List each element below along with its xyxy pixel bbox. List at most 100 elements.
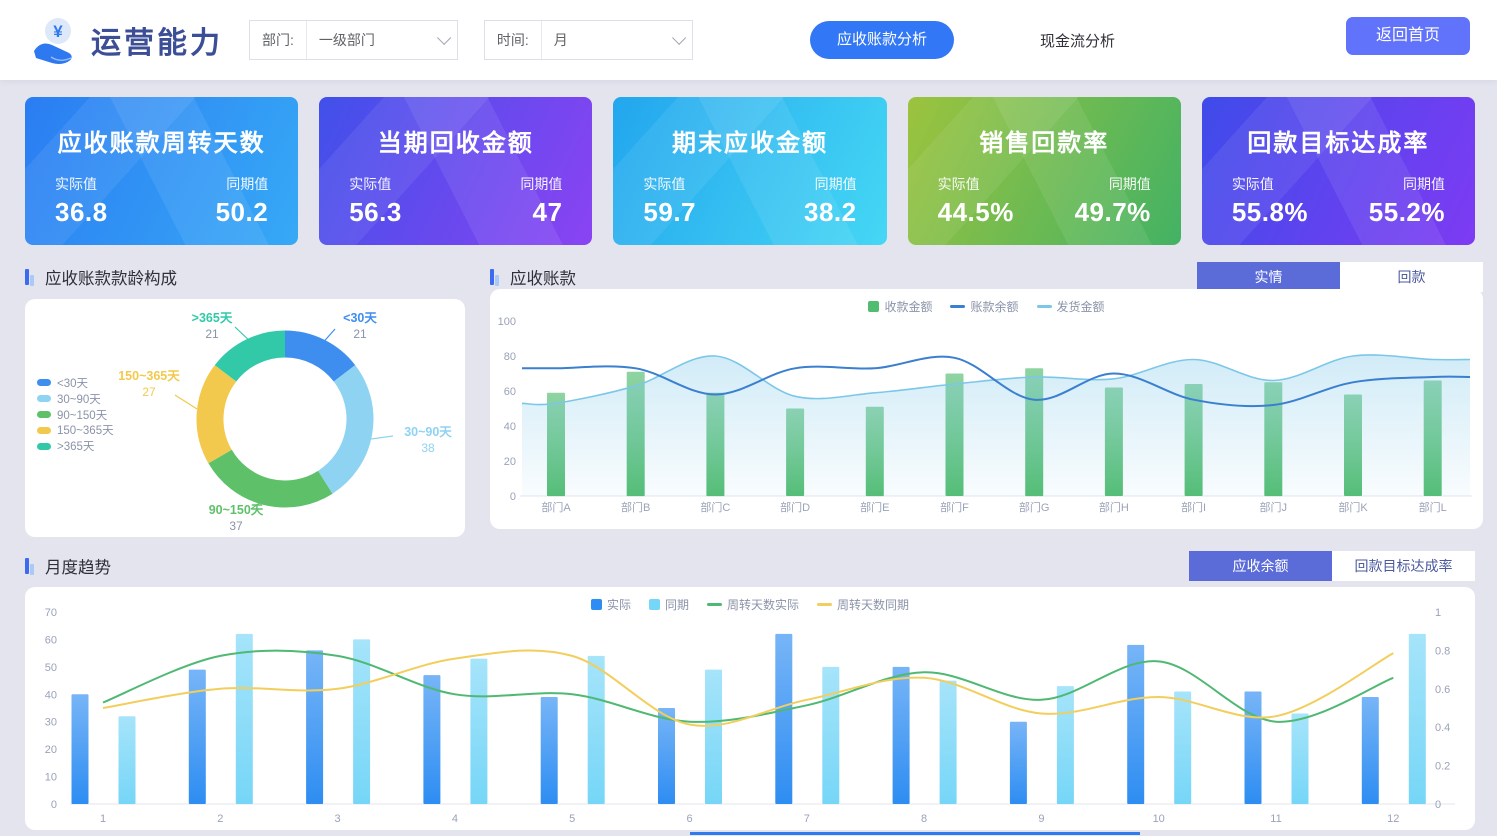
series-周转天数同期 bbox=[103, 650, 1393, 725]
tab-receivable-analysis[interactable]: 应收账款分析 bbox=[810, 21, 954, 59]
donut-segment-150~365天 bbox=[210, 373, 226, 456]
kpi-actual-label: 实际值 bbox=[1232, 174, 1308, 194]
svg-text:100: 100 bbox=[498, 316, 516, 328]
svg-text:部门D: 部门D bbox=[780, 500, 810, 514]
department-select[interactable]: 一级部门 bbox=[307, 21, 457, 59]
tab-cashflow-analysis[interactable]: 现金流分析 bbox=[1040, 30, 1115, 51]
monthly-chart-panel: 实际 同期 周转天数实际 周转天数同期 01020304050607000.20.40… bbox=[25, 587, 1475, 830]
tab-repayment[interactable]: 回款 bbox=[1340, 262, 1483, 292]
svg-text:0.2: 0.2 bbox=[1435, 761, 1450, 773]
kpi-prev-label: 同期值 bbox=[1075, 174, 1151, 194]
donut-segment->365天 bbox=[226, 344, 286, 373]
aging-donut-panel: <30天30~90天90~150天150~365天>365天 <30天2130~… bbox=[25, 299, 465, 537]
main-nav: 应收账款分析 现金流分析 bbox=[810, 17, 1115, 63]
section-title-aging: 应收账款款龄构成 bbox=[45, 265, 177, 289]
kpi-card-values: 实际值55.8%同期值55.2% bbox=[1202, 174, 1475, 228]
svg-text:20: 20 bbox=[504, 456, 516, 468]
svg-text:40: 40 bbox=[45, 689, 57, 701]
kpi-prev-value: 38.2 bbox=[804, 197, 857, 228]
legend-item-实际[interactable]: 实际 bbox=[591, 596, 631, 613]
aging-donut-legend: <30天30~90天90~150天150~365天>365天 bbox=[37, 375, 114, 454]
svg-text:10: 10 bbox=[1153, 813, 1165, 825]
logo-icon: ¥ bbox=[27, 13, 81, 67]
back-home-button[interactable]: 返回首页 bbox=[1346, 17, 1470, 55]
svg-text:部门F: 部门F bbox=[940, 500, 969, 514]
monthly-trend-chart: 01020304050607000.20.40.60.8112345678910… bbox=[25, 587, 1475, 830]
legend-item-周转天数同期[interactable]: 周转天数同期 bbox=[817, 596, 909, 613]
app-title: 运营能力 bbox=[91, 18, 223, 62]
donut-callout->365天: >365天21 bbox=[180, 311, 244, 342]
legend-item->365天[interactable]: >365天 bbox=[37, 438, 114, 454]
legend-item-同期[interactable]: 同期 bbox=[649, 596, 689, 613]
kpi-card-title: 期末应收金额 bbox=[613, 123, 886, 158]
kpi-cards-row: 应收账款周转天数实际值36.8同期值50.2当期回收金额实际值56.3同期值47… bbox=[0, 80, 1497, 245]
kpi-card-values: 实际值56.3同期值47 bbox=[319, 174, 592, 228]
svg-text:部门A: 部门A bbox=[541, 500, 571, 514]
kpi-actual-value: 44.5% bbox=[938, 197, 1014, 228]
svg-text:80: 80 bbox=[504, 351, 516, 363]
svg-text:部门L: 部门L bbox=[1419, 500, 1447, 514]
time-select[interactable]: 月 bbox=[542, 21, 692, 59]
legend-item-<30天[interactable]: <30天 bbox=[37, 375, 114, 391]
kpi-actual-value: 59.7 bbox=[643, 197, 696, 228]
legend-item-收款金额[interactable]: 收款金额 bbox=[868, 298, 932, 315]
time-select-value: 月 bbox=[554, 30, 568, 50]
legend-item-发货金额[interactable]: 发货金额 bbox=[1037, 298, 1105, 315]
svg-text:部门J: 部门J bbox=[1260, 500, 1288, 514]
time-filter-label: 时间: bbox=[485, 21, 542, 59]
kpi-prev-label: 同期值 bbox=[1369, 174, 1445, 194]
legend-item-周转天数实际[interactable]: 周转天数实际 bbox=[707, 596, 799, 613]
svg-text:部门B: 部门B bbox=[621, 500, 650, 514]
kpi-card-title: 应收账款周转天数 bbox=[25, 123, 298, 158]
tab-receivable-balance[interactable]: 应收余额 bbox=[1189, 551, 1332, 581]
svg-text:部门K: 部门K bbox=[1338, 500, 1368, 514]
svg-text:部门I: 部门I bbox=[1181, 500, 1206, 514]
svg-text:9: 9 bbox=[1038, 813, 1044, 825]
tab-target-rate[interactable]: 回款目标达成率 bbox=[1332, 551, 1475, 581]
svg-text:10: 10 bbox=[45, 772, 57, 784]
legend-item-账款余额[interactable]: 账款余额 bbox=[950, 298, 1018, 315]
svg-text:3: 3 bbox=[335, 813, 341, 825]
svg-text:7: 7 bbox=[804, 813, 810, 825]
svg-text:60: 60 bbox=[504, 386, 516, 398]
kpi-card-3: 销售回款率实际值44.5%同期值49.7% bbox=[908, 97, 1181, 245]
middle-row: 应收账款款龄构成 <30天30~90天90~150天150~365天>365天 … bbox=[0, 245, 1497, 537]
kpi-card-0: 应收账款周转天数实际值36.8同期值50.2 bbox=[25, 97, 298, 245]
svg-text:0: 0 bbox=[510, 491, 516, 503]
series-周转天数实际 bbox=[103, 651, 1393, 722]
svg-text:5: 5 bbox=[569, 813, 575, 825]
department-filter-label: 部门: bbox=[250, 21, 307, 59]
donut-segment-90~150天 bbox=[220, 457, 325, 495]
kpi-actual-value: 36.8 bbox=[55, 197, 108, 228]
legend-item-90~150天[interactable]: 90~150天 bbox=[37, 407, 114, 423]
donut-segment-30~90天 bbox=[325, 373, 360, 482]
monthly-tab-group: 应收余额 回款目标达成率 bbox=[1189, 551, 1475, 581]
receivable-chart: 020406080100部门A部门B部门C部门D部门E部门F部门G部门H部门I部… bbox=[490, 289, 1483, 529]
kpi-actual-value: 56.3 bbox=[349, 197, 402, 228]
kpi-prev-label: 同期值 bbox=[804, 174, 857, 194]
kpi-card-title: 销售回款率 bbox=[908, 123, 1181, 158]
legend-item-150~365天[interactable]: 150~365天 bbox=[37, 422, 114, 438]
donut-callout-150~365天: 150~365天27 bbox=[109, 369, 189, 400]
svg-text:6: 6 bbox=[686, 813, 692, 825]
svg-text:部门H: 部门H bbox=[1099, 500, 1129, 514]
bottom-scroll-indicator[interactable] bbox=[690, 832, 1140, 835]
kpi-card-values: 实际值36.8同期值50.2 bbox=[25, 174, 298, 228]
section-title-receivable: 应收账款 bbox=[510, 265, 576, 289]
dashboard-root: { "header": { "app_title": "运营能力", "filt… bbox=[0, 0, 1497, 836]
kpi-card-values: 实际值44.5%同期值49.7% bbox=[908, 174, 1181, 228]
svg-text:20: 20 bbox=[45, 744, 57, 756]
svg-text:¥: ¥ bbox=[53, 22, 63, 41]
kpi-prev-label: 同期值 bbox=[520, 174, 562, 194]
legend-item-30~90天[interactable]: 30~90天 bbox=[37, 391, 114, 407]
series-发货金额-area bbox=[522, 355, 1470, 496]
svg-text:4: 4 bbox=[452, 813, 458, 825]
svg-text:8: 8 bbox=[921, 813, 927, 825]
svg-text:0.4: 0.4 bbox=[1435, 722, 1450, 734]
receivable-chart-panel: 收款金额账款余额发货金额 020406080100部门A部门B部门C部门D部门E… bbox=[490, 289, 1483, 529]
kpi-prev-label: 同期值 bbox=[216, 174, 269, 194]
tab-actual[interactable]: 实情 bbox=[1197, 262, 1340, 292]
kpi-card-4: 回款目标达成率实际值55.8%同期值55.2% bbox=[1202, 97, 1475, 245]
kpi-actual-label: 实际值 bbox=[349, 174, 402, 194]
section-accent-icon bbox=[25, 557, 37, 575]
